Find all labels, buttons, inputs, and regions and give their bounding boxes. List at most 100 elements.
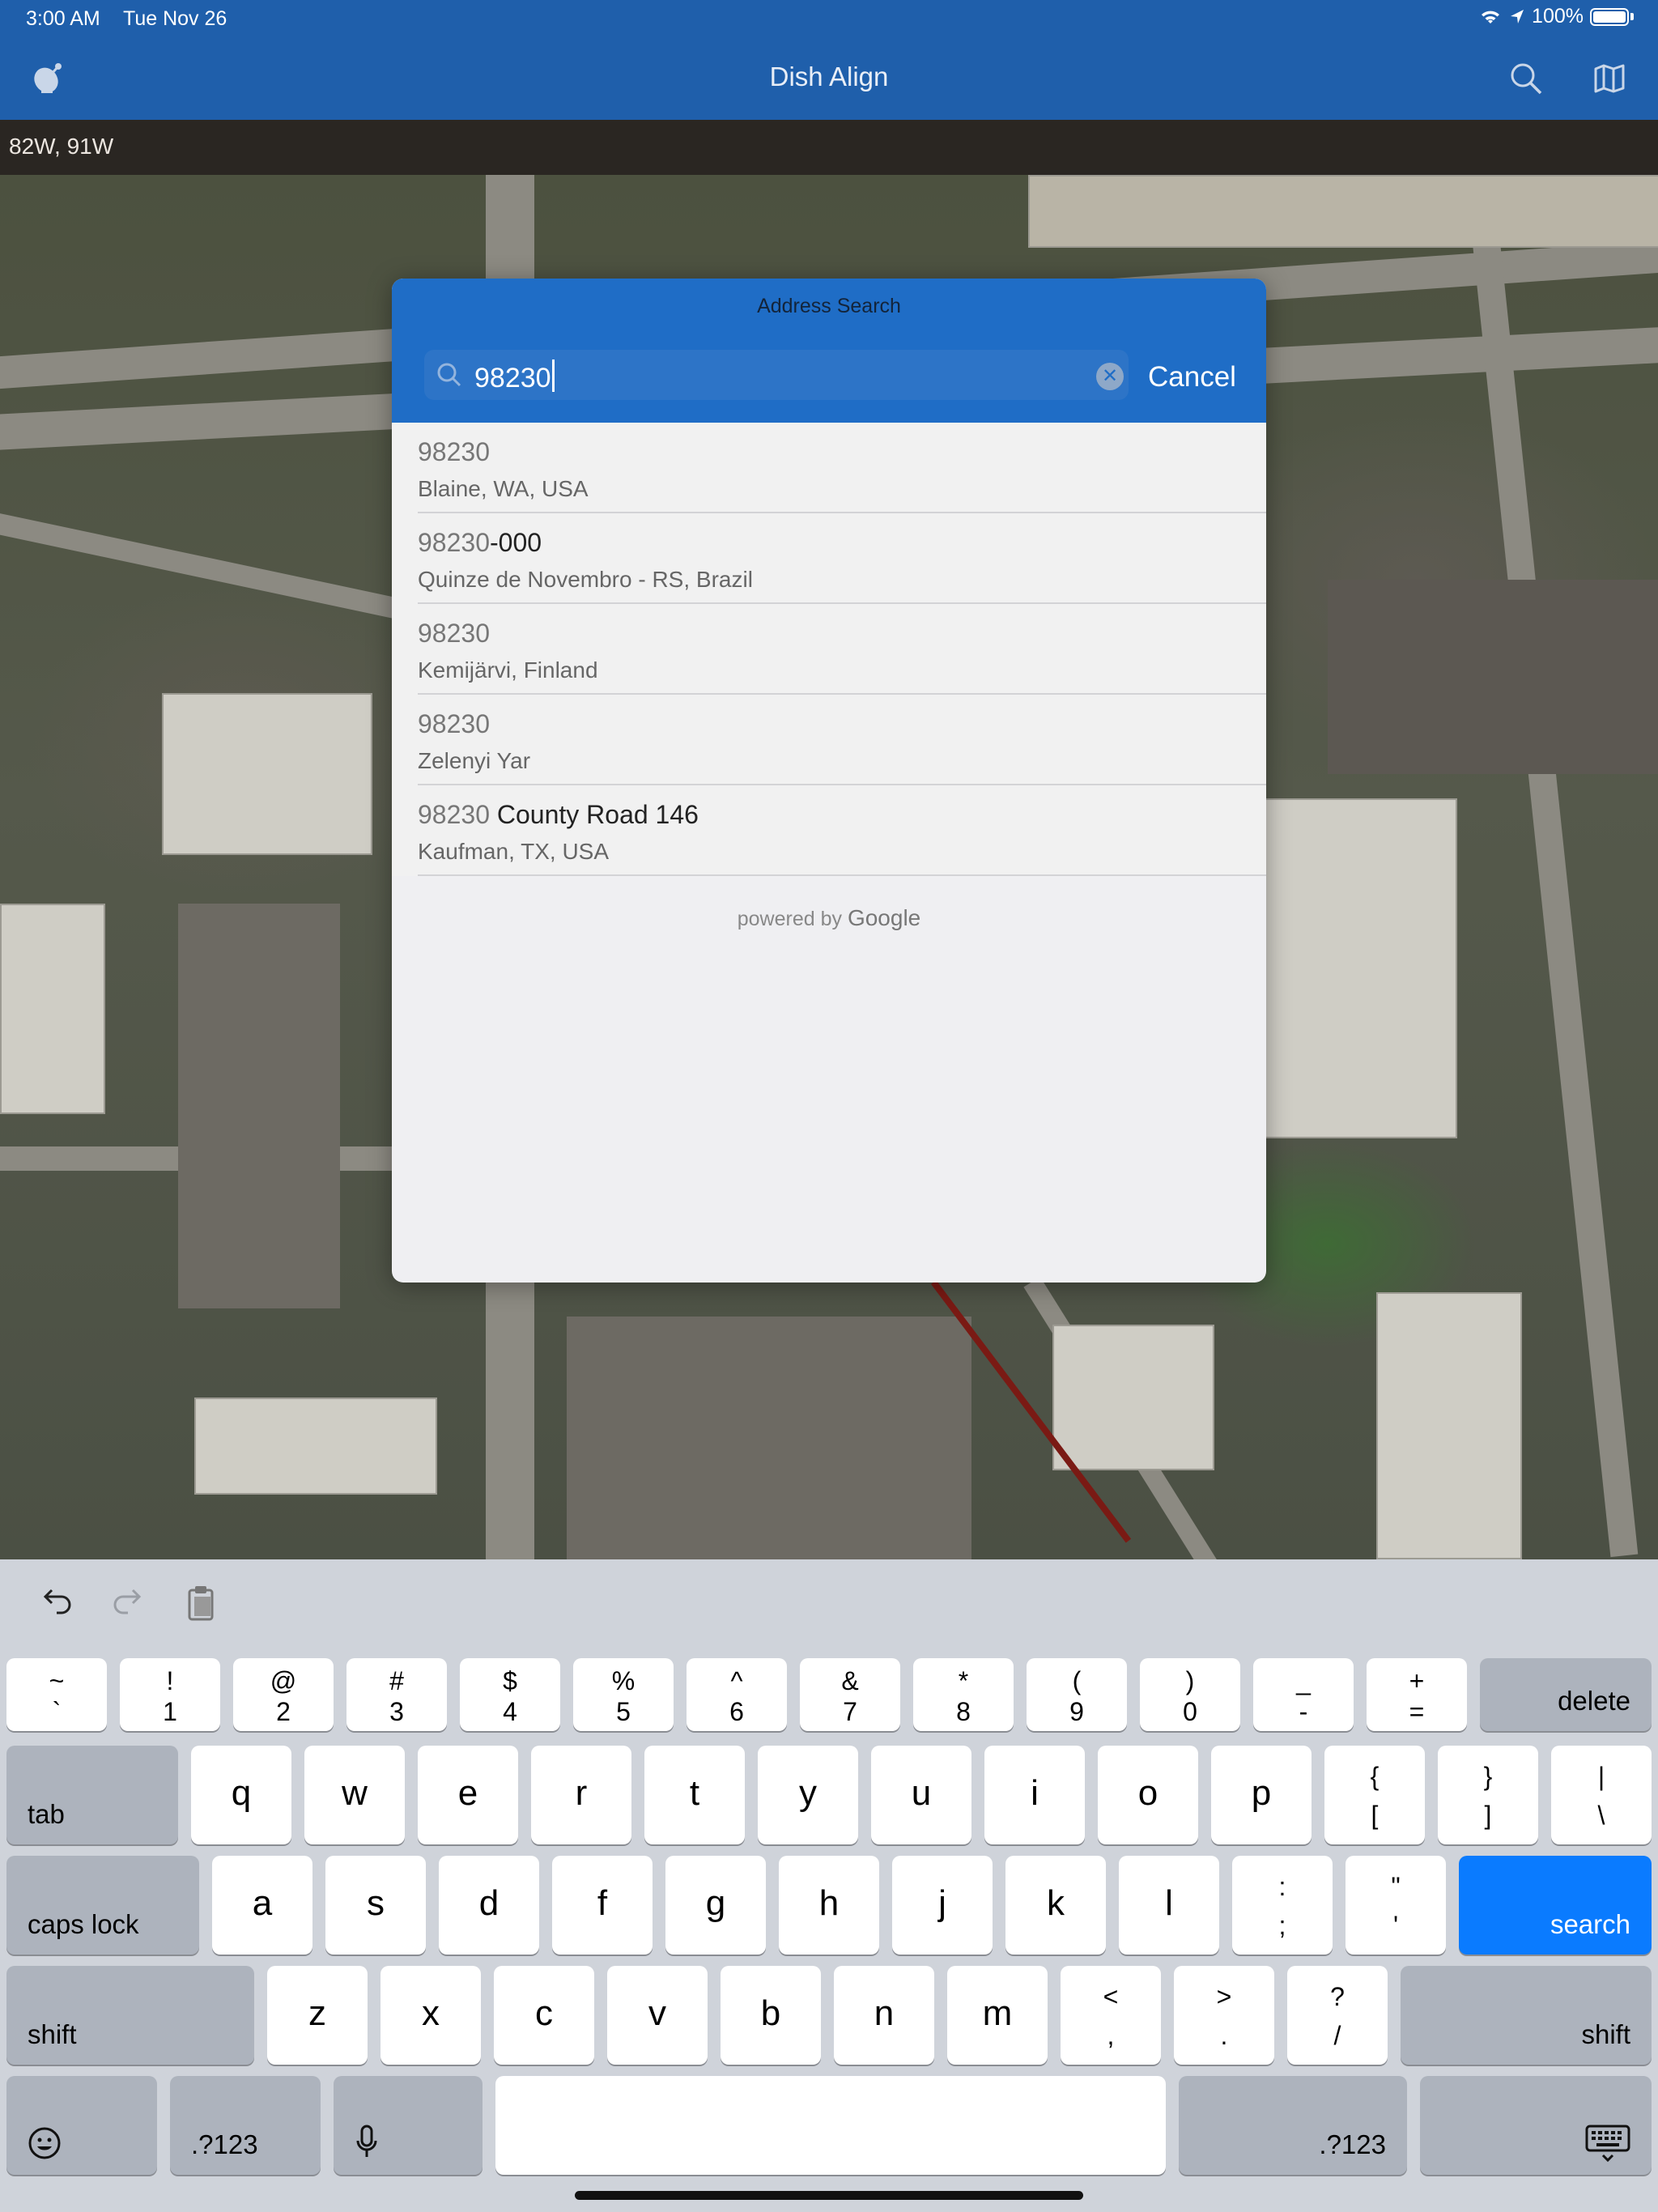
modal-header: Address Search 98230 ✕ Cancel bbox=[392, 279, 1266, 423]
key-quote[interactable]: " ' bbox=[1346, 1856, 1446, 1955]
map-building bbox=[194, 1397, 437, 1495]
map-building bbox=[1028, 175, 1658, 248]
map-parking-lot bbox=[567, 1317, 971, 1559]
clear-icon[interactable]: ✕ bbox=[1096, 363, 1124, 390]
key-7[interactable]: & 7 bbox=[800, 1658, 900, 1731]
cancel-button[interactable]: Cancel bbox=[1148, 361, 1236, 393]
tab-key[interactable]: tab bbox=[6, 1746, 178, 1844]
result-match: 98230 bbox=[418, 528, 490, 557]
result-row[interactable]: 98230 County Road 146 Kaufman, TX, USA bbox=[392, 785, 1266, 876]
key-slash[interactable]: ? / bbox=[1287, 1966, 1388, 2065]
emoji-key[interactable] bbox=[6, 2076, 157, 2175]
map-building bbox=[162, 693, 372, 855]
key-i[interactable]: i bbox=[984, 1746, 1085, 1844]
result-title: 98230 bbox=[418, 437, 490, 467]
key-minus[interactable]: _ - bbox=[1253, 1658, 1354, 1731]
key-k[interactable]: k bbox=[1005, 1856, 1106, 1955]
key-5[interactable]: % 5 bbox=[573, 1658, 674, 1731]
key-l[interactable]: l bbox=[1119, 1856, 1219, 1955]
key-d[interactable]: d bbox=[439, 1856, 539, 1955]
key-t[interactable]: t bbox=[644, 1746, 745, 1844]
key-c[interactable]: c bbox=[494, 1966, 594, 2065]
redo-icon[interactable] bbox=[105, 1580, 151, 1626]
result-match: 98230 bbox=[418, 437, 490, 466]
key-g[interactable]: g bbox=[665, 1856, 766, 1955]
result-row[interactable]: 98230 Blaine, WA, USA bbox=[392, 423, 1266, 513]
key-m[interactable]: m bbox=[947, 1966, 1048, 2065]
key-9[interactable]: (9 bbox=[1027, 1658, 1127, 1731]
key-v[interactable]: v bbox=[607, 1966, 708, 2065]
key-4[interactable]: $4 bbox=[460, 1658, 560, 1731]
key-comma[interactable]: <, bbox=[1061, 1966, 1161, 2065]
microphone-key[interactable] bbox=[334, 2076, 483, 2175]
key-backslash[interactable]: | \ bbox=[1551, 1746, 1652, 1844]
dismiss-keyboard-key[interactable] bbox=[1420, 2076, 1652, 2175]
key-n[interactable]: n bbox=[834, 1966, 934, 2065]
key-right-bracket[interactable]: }] bbox=[1438, 1746, 1538, 1844]
key-s[interactable]: s bbox=[325, 1856, 426, 1955]
key-equals[interactable]: + = bbox=[1367, 1658, 1467, 1731]
key-6[interactable]: ^ 6 bbox=[687, 1658, 787, 1731]
space-key[interactable] bbox=[495, 2076, 1166, 2175]
emoji-icon bbox=[6, 2076, 157, 2175]
keyboard-dismiss-icon bbox=[1420, 2076, 1652, 2175]
search-key[interactable]: search bbox=[1459, 1856, 1652, 1955]
delete-key[interactable]: delete bbox=[1480, 1658, 1652, 1731]
map-icon[interactable] bbox=[1588, 57, 1632, 100]
key-y[interactable]: y bbox=[758, 1746, 858, 1844]
numbers-key-right[interactable]: .?123 bbox=[1179, 2076, 1407, 2175]
numbers-key-left[interactable]: .?123 bbox=[170, 2076, 321, 2175]
key-q[interactable]: q bbox=[191, 1746, 291, 1844]
results-list: 98230 Blaine, WA, USA 98230-000 Quinze d… bbox=[392, 423, 1266, 876]
key-2[interactable]: @2 bbox=[233, 1658, 334, 1731]
microphone-icon bbox=[334, 2076, 483, 2175]
key-period[interactable]: >. bbox=[1174, 1966, 1274, 2065]
map-building bbox=[1263, 798, 1457, 1138]
key-j[interactable]: j bbox=[892, 1856, 993, 1955]
powered-prefix: powered by bbox=[737, 908, 842, 930]
status-date: Tue Nov 26 bbox=[123, 7, 227, 30]
search-value: 98230 bbox=[474, 363, 551, 393]
undo-icon[interactable] bbox=[34, 1580, 79, 1626]
shift-right-key[interactable]: shift bbox=[1401, 1966, 1652, 2065]
key-f[interactable]: f bbox=[552, 1856, 653, 1955]
result-title: 98230 bbox=[418, 619, 490, 649]
location-arrow-icon bbox=[1511, 9, 1524, 23]
key-left-bracket[interactable]: {[ bbox=[1324, 1746, 1425, 1844]
key-e[interactable]: e bbox=[418, 1746, 518, 1844]
key-3[interactable]: #3 bbox=[346, 1658, 447, 1731]
key-z[interactable]: z bbox=[267, 1966, 368, 2065]
key-a[interactable]: a bbox=[212, 1856, 312, 1955]
map-parking-lot bbox=[178, 904, 340, 1308]
key-8[interactable]: * 8 bbox=[913, 1658, 1014, 1731]
key-semicolon[interactable]: :; bbox=[1232, 1856, 1333, 1955]
satellite-label: 82W, 91W bbox=[9, 134, 114, 159]
row-divider bbox=[418, 874, 1266, 876]
key-0[interactable]: ) 0 bbox=[1140, 1658, 1240, 1731]
result-row[interactable]: 98230 Zelenyi Yar bbox=[392, 695, 1266, 785]
result-row[interactable]: 98230-000 Quinze de Novembro - RS, Brazi… bbox=[392, 513, 1266, 604]
key-o[interactable]: o bbox=[1098, 1746, 1198, 1844]
result-subtitle: Kaufman, TX, USA bbox=[418, 839, 610, 864]
result-title: 98230 bbox=[418, 709, 490, 739]
paste-icon[interactable] bbox=[178, 1580, 223, 1626]
result-subtitle: Kemijärvi, Finland bbox=[418, 657, 598, 683]
wifi-icon bbox=[1482, 11, 1500, 23]
map-building bbox=[1052, 1325, 1214, 1470]
result-row[interactable]: 98230 Kemijärvi, Finland bbox=[392, 604, 1266, 695]
shift-left-key[interactable]: shift bbox=[6, 1966, 254, 2065]
address-search-input[interactable]: 98230 bbox=[424, 350, 1129, 400]
key-x[interactable]: x bbox=[380, 1966, 481, 2065]
key-u[interactable]: u bbox=[871, 1746, 971, 1844]
key-r[interactable]: r bbox=[531, 1746, 631, 1844]
key-1[interactable]: ! 1 bbox=[120, 1658, 220, 1731]
key-h[interactable]: h bbox=[779, 1856, 879, 1955]
key-backtick[interactable]: ~ ` bbox=[6, 1658, 107, 1731]
key-p[interactable]: p bbox=[1211, 1746, 1312, 1844]
map-building bbox=[1376, 1292, 1522, 1559]
key-b[interactable]: b bbox=[721, 1966, 821, 2065]
caps-lock-key[interactable]: caps lock bbox=[6, 1856, 199, 1955]
nav-bar: Dish Align bbox=[0, 40, 1658, 121]
search-icon[interactable] bbox=[1504, 57, 1548, 100]
key-w[interactable]: w bbox=[304, 1746, 405, 1844]
